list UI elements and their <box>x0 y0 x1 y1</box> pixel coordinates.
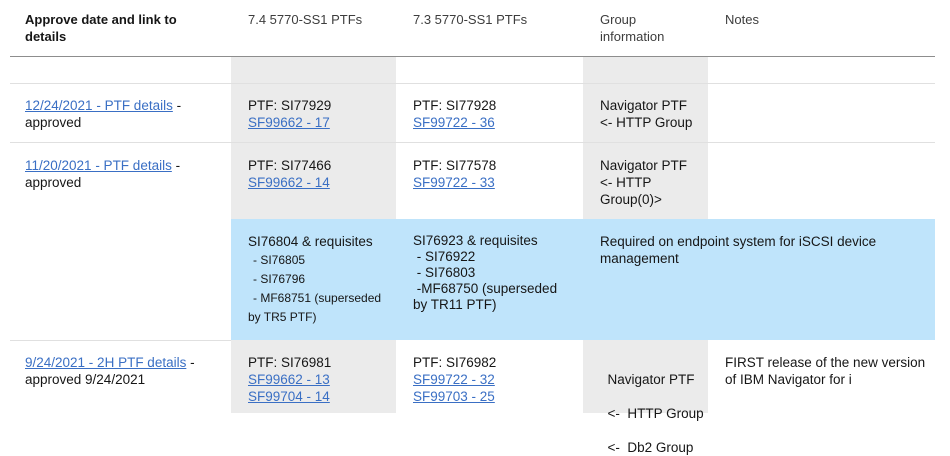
ptf-74-requisites: SI76804 & requisites - SI76805 - SI76796… <box>248 233 381 327</box>
group-ptf-link[interactable]: SF99722 - 36 <box>413 115 495 130</box>
list-item: by TR5 PTF) <box>248 310 317 324</box>
group-ptf-link[interactable]: SF99662 - 17 <box>248 115 330 130</box>
ptf-74-cell: PTF: SI77929 SF99662 - 17 <box>248 98 332 130</box>
group-ptf-link[interactable]: SF99722 - 32 <box>413 372 495 387</box>
group-ptf-link[interactable]: SF99704 - 14 <box>248 389 330 404</box>
ptf-details-link[interactable]: 12/24/2021 - PTF details <box>25 98 173 113</box>
group-info-cell: Navigator PTF <- HTTP Group(0)> <box>600 158 688 207</box>
table-row-date: 11/20/2021 - PTF details - approved <box>25 158 181 190</box>
table-row-date: 9/24/2021 - 2H PTF details - approved 9/… <box>25 355 195 387</box>
requisite-list: - SI76805 - SI76796 - MF68751 (supersede… <box>248 251 381 327</box>
header-74-ptfs: 7.4 5770-SS1 PTFs <box>248 12 363 27</box>
col-74-shade <box>231 57 396 219</box>
group-ptf-link[interactable]: SF99703 - 25 <box>413 389 495 404</box>
ptf-73-cell: PTF: SI77928 SF99722 - 36 <box>413 98 497 130</box>
row-divider <box>10 83 935 84</box>
list-item: -MF68750 (superseded <box>413 281 558 296</box>
ptf-74-cell: PTF: SI77466 SF99662 - 14 <box>248 158 332 190</box>
ptf-details-link[interactable]: 11/20/2021 - PTF details <box>25 158 172 173</box>
header-notes: Notes <box>725 12 759 27</box>
group-info-cell: Navigator PTF <- HTTP Group <- Db2 Group <box>607 372 704 455</box>
group-ptf-link[interactable]: SF99662 - 13 <box>248 372 330 387</box>
status-text: approved <box>25 115 82 130</box>
group-ptf-link[interactable]: SF99722 - 33 <box>413 175 495 190</box>
list-item: - SI76796 <box>253 272 306 286</box>
list-item: by TR11 PTF) <box>413 297 497 312</box>
ptf-73-cell: PTF: SI76982 SF99722 - 32 SF99703 - 25 <box>413 355 497 404</box>
row-divider <box>10 142 935 143</box>
header-group-info: Group information <box>600 12 665 44</box>
list-item: - SI76805 <box>253 253 306 267</box>
group-info-cell: Navigator PTF <- HTTP Group <box>600 98 693 130</box>
group-ptf-link[interactable]: SF99662 - 14 <box>248 175 330 190</box>
row-divider <box>10 340 231 341</box>
group-info-cell: Required on endpoint system for iSCSI de… <box>600 234 877 266</box>
list-item: - SI76803 <box>413 265 476 280</box>
header-73-ptfs: 7.3 5770-SS1 PTFs <box>413 12 528 27</box>
status-text: approved <box>25 175 82 190</box>
notes-cell: FIRST release of the new version of IBM … <box>725 355 926 387</box>
header-divider <box>10 56 935 57</box>
status-text: approved 9/24/2021 <box>25 372 146 387</box>
table-row-date: 12/24/2021 - PTF details - approved <box>25 98 182 130</box>
list-item: - SI76922 <box>413 249 476 264</box>
ptf-73-cell: PTF: SI77578 SF99722 - 33 <box>413 158 497 190</box>
ptf-73-requisites: SI76923 & requisites - SI76922 - SI76803… <box>413 233 558 312</box>
ptf-74-cell: PTF: SI76981 SF99662 - 13 SF99704 - 14 <box>248 355 332 404</box>
ptf-details-link[interactable]: 9/24/2021 - 2H PTF details <box>25 355 186 370</box>
list-item: - MF68751 (superseded <box>253 291 382 305</box>
header-approve-date: Approve date and link to details <box>25 12 177 44</box>
